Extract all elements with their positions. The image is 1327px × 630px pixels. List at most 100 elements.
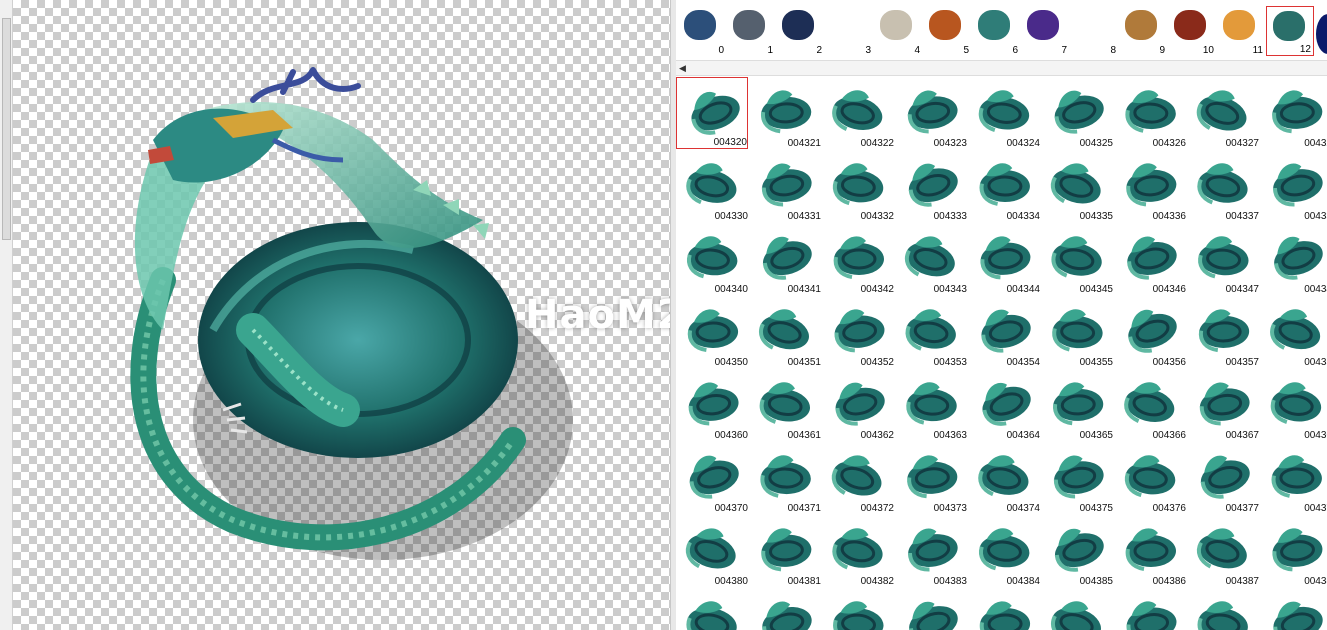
frame-cell[interactable]: 004336 [1114,150,1186,222]
frame-cell[interactable]: 00433 [1260,150,1327,222]
frame-cell[interactable]: 004346 [1114,223,1186,295]
frame-cell[interactable]: 004345 [1041,223,1113,295]
frame-cell[interactable]: 004342 [822,223,894,295]
frame-cell[interactable] [1114,588,1186,630]
frame-cell[interactable]: 00432 [1260,77,1327,149]
frame-cell[interactable]: 004356 [1114,296,1186,368]
frame-cell[interactable]: 004366 [1114,369,1186,441]
frame-cell[interactable]: 004386 [1114,515,1186,587]
library-item[interactable]: 11 [1217,6,1265,56]
frame-cell[interactable]: 004332 [822,150,894,222]
dragon-frame-thumbnail-icon [680,519,742,573]
frame-code-label: 004343 [933,284,967,295]
frame-cell[interactable]: 004331 [749,150,821,222]
frame-cell[interactable]: 004323 [895,77,967,149]
library-item[interactable]: 2 [776,6,824,56]
frame-cell[interactable]: 004387 [1187,515,1259,587]
library-item[interactable]: 6 [972,6,1020,56]
frame-cell[interactable]: 004330 [676,150,748,222]
library-item[interactable]: 12 [1266,6,1314,56]
frame-cell[interactable]: 004375 [1041,442,1113,514]
frame-cell[interactable]: 004365 [1041,369,1113,441]
frame-cell[interactable] [1041,588,1113,630]
library-item[interactable]: 10 [1168,6,1216,56]
frame-cell[interactable]: 004377 [1187,442,1259,514]
frame-cell[interactable]: 004352 [822,296,894,368]
dragon-frame-thumbnail-icon [753,446,815,500]
frame-cell[interactable]: 004367 [1187,369,1259,441]
frame-cell[interactable]: 004362 [822,369,894,441]
frame-cell[interactable]: 004341 [749,223,821,295]
frame-cell[interactable]: 004335 [1041,150,1113,222]
frame-cell[interactable] [749,588,821,630]
library-item-index: 12 [1299,44,1311,55]
library-item[interactable]: 0 [678,6,726,56]
frame-cell[interactable]: 00437 [1260,442,1327,514]
frame-cell[interactable]: 004357 [1187,296,1259,368]
frame-cell[interactable]: 004374 [968,442,1040,514]
frame-cell[interactable] [822,588,894,630]
frame-cell[interactable]: 004381 [749,515,821,587]
frame-cell[interactable]: 004340 [676,223,748,295]
frame-cell[interactable]: 004371 [749,442,821,514]
frame-cell[interactable]: 004334 [968,150,1040,222]
frame-cell[interactable]: 004376 [1114,442,1186,514]
library-item[interactable]: 3 [825,6,873,56]
library-item[interactable]: 9 [1119,6,1167,56]
frame-cell[interactable]: 004347 [1187,223,1259,295]
frame-cell[interactable] [676,588,748,630]
frame-cell[interactable]: 004373 [895,442,967,514]
frame-cell[interactable]: 004333 [895,150,967,222]
frame-cell[interactable]: 004326 [1114,77,1186,149]
frame-code-label: 00437 [1304,503,1327,514]
library-item-index: 5 [963,45,969,56]
frame-cell[interactable]: 004385 [1041,515,1113,587]
frame-cell[interactable] [968,588,1040,630]
frame-cell[interactable]: 004353 [895,296,967,368]
frame-cell[interactable]: 004363 [895,369,967,441]
frame-cell[interactable]: 004355 [1041,296,1113,368]
frame-code-label: 004336 [1152,211,1186,222]
frame-cell[interactable]: 004320 [676,77,748,149]
frame-cell[interactable] [1187,588,1259,630]
scroll-left-arrow-icon[interactable]: ◀ [679,63,686,74]
frame-cell[interactable]: 004337 [1187,150,1259,222]
frame-cell[interactable]: 004380 [676,515,748,587]
frame-cell[interactable]: 004325 [1041,77,1113,149]
left-vertical-scrollbar[interactable] [0,0,13,630]
library-item[interactable]: 1 [727,6,775,56]
frame-cell[interactable]: 004322 [822,77,894,149]
frame-cell[interactable] [895,588,967,630]
frame-cell[interactable]: 004361 [749,369,821,441]
library-item-index: 1 [767,45,773,56]
frame-cell[interactable]: 004384 [968,515,1040,587]
library-horizontal-scrollbar[interactable]: ◀ [676,60,1327,76]
frame-cell[interactable]: 004354 [968,296,1040,368]
frame-cell[interactable]: 004321 [749,77,821,149]
frame-cell[interactable]: 004383 [895,515,967,587]
library-item[interactable]: 5 [923,6,971,56]
frame-cell[interactable]: 004351 [749,296,821,368]
frame-cell[interactable] [1260,588,1327,630]
frame-cell[interactable]: 004350 [676,296,748,368]
frame-cell[interactable]: 004327 [1187,77,1259,149]
frame-cell[interactable]: 004382 [822,515,894,587]
frame-cell[interactable]: 004372 [822,442,894,514]
frame-cell[interactable]: 00438 [1260,515,1327,587]
dragon-frame-thumbnail-icon [1045,373,1107,427]
library-item-partial[interactable] [1316,14,1327,54]
library-item[interactable]: 7 [1021,6,1069,56]
frame-cell[interactable]: 004344 [968,223,1040,295]
scrollbar-thumb[interactable] [2,18,11,240]
library-item[interactable]: 8 [1070,6,1118,56]
frame-cell[interactable]: 00435 [1260,296,1327,368]
dragon-frame-thumbnail-icon [972,519,1034,573]
library-item[interactable]: 4 [874,6,922,56]
frame-cell[interactable]: 00436 [1260,369,1327,441]
frame-cell[interactable]: 004370 [676,442,748,514]
frame-cell[interactable]: 00434 [1260,223,1327,295]
frame-cell[interactable]: 004324 [968,77,1040,149]
frame-cell[interactable]: 004364 [968,369,1040,441]
frame-cell[interactable]: 004360 [676,369,748,441]
frame-cell[interactable]: 004343 [895,223,967,295]
